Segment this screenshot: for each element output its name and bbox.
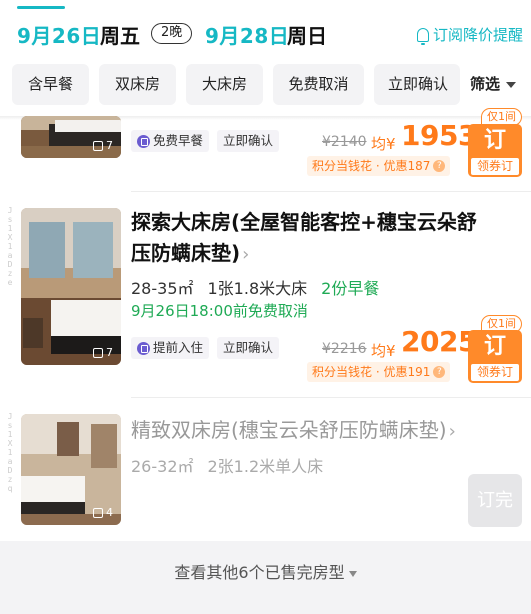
room-price: 2025 — [401, 325, 477, 358]
points-discount[interactable]: 积分当钱花 · 优惠187 ? — [307, 156, 451, 176]
chevron-down-icon — [506, 81, 517, 88]
price-alert-label: 订阅降价提醒 — [432, 26, 523, 44]
help-icon: ? — [433, 160, 446, 172]
original-price: ¥2140 — [322, 134, 367, 150]
divider — [131, 397, 531, 398]
points-discount-label: 积分当钱花 · 优惠191 — [312, 365, 431, 379]
filter-chip-king[interactable]: 大床房 — [186, 64, 263, 105]
room-specs: 26-32㎡ 2张1.2米单人床 — [131, 453, 323, 477]
sold-out-button: 订完 — [468, 474, 522, 527]
room-photo-image — [21, 208, 121, 365]
filter-chip-breakfast[interactable]: 含早餐 — [12, 64, 89, 105]
checkin-icon — [137, 341, 150, 355]
photo-count-label: 7 — [106, 346, 113, 359]
chevron-down-icon — [348, 570, 357, 577]
tag-label: 立即确认 — [223, 340, 274, 355]
more-sold-out-label: 查看其他6个已售完房型 — [174, 563, 345, 582]
date-underline — [17, 6, 65, 9]
photo-count-label: 7 — [106, 139, 113, 152]
room-photo[interactable]: 7 — [21, 116, 121, 158]
filter-label: 筛选 — [470, 75, 501, 93]
room-tag: 提前入住 — [131, 337, 210, 359]
divider — [131, 191, 531, 192]
checkin-date[interactable]: 9月26日 — [17, 20, 101, 49]
filter-chip-instant-confirm[interactable]: 立即确认 — [374, 64, 460, 105]
nights-badge: 2晚 — [151, 23, 193, 44]
bed-type: 1张1.8米大床 — [207, 279, 308, 298]
chevron-right-icon: › — [448, 421, 456, 442]
points-discount[interactable]: 积分当钱花 · 优惠191 ? — [307, 362, 451, 382]
price-prefix: 均¥ — [371, 342, 396, 360]
checkin-weekday: 周五 — [100, 24, 140, 48]
chevron-right-icon: › — [242, 244, 250, 265]
tag-label: 免费早餐 — [153, 133, 204, 148]
book-button[interactable]: 订 领券订 — [468, 124, 522, 177]
room-area: 28-35㎡ — [131, 279, 194, 298]
filter-button[interactable]: 筛选 — [470, 64, 517, 105]
photo-count: 7 — [93, 139, 113, 152]
room-area: 26-32㎡ — [131, 457, 194, 476]
filter-chip-free-cancel[interactable]: 免费取消 — [273, 64, 364, 105]
room-name[interactable]: 探索大床房(全屋智能客控+穗宝云朵舒压防螨床垫) › — [131, 207, 496, 270]
coupon-book-label: 领券订 — [471, 158, 519, 175]
filter-bar: 含早餐 双床房 大床房 免费取消 立即确认 筛选 — [0, 58, 531, 116]
room-name-text: 探索大床房(全屋智能客控+穗宝云朵舒压防螨床垫) — [131, 210, 477, 265]
room-tag: 立即确认 — [217, 337, 280, 359]
more-sold-out-link[interactable]: 查看其他6个已售完房型 — [0, 559, 531, 583]
photo-icon — [93, 347, 103, 358]
points-discount-label: 积分当钱花 · 优惠187 — [312, 159, 431, 173]
room-price: 1953 — [401, 119, 477, 152]
watermark-text: Js1X1aDzq — [7, 412, 13, 493]
room-specs: 28-35㎡ 1张1.8米大床 2份早餐 — [131, 275, 379, 299]
bed-type: 2张1.2米单人床 — [207, 457, 324, 476]
filter-chip-twin[interactable]: 双床房 — [99, 64, 176, 105]
room-name[interactable]: 精致双床房(穗宝云朵舒压防螨床垫) › — [131, 415, 496, 447]
book-label: 订 — [483, 334, 506, 359]
price-alert-button[interactable]: 订阅降价提醒 — [416, 24, 523, 45]
date-header[interactable]: 9月26日 周五 2晚 9月28日 周日 订阅降价提醒 — [0, 0, 531, 58]
bell-icon — [416, 27, 429, 45]
more-sold-out-bar[interactable]: 查看其他6个已售完房型 — [0, 541, 531, 614]
photo-icon — [93, 140, 103, 151]
photo-count-label: 4 — [106, 506, 113, 519]
book-button[interactable]: 订 领券订 — [468, 330, 522, 383]
room-name-text: 精致双床房(穗宝云朵舒压防螨床垫) — [131, 418, 447, 442]
room-photo[interactable]: 7 — [21, 208, 121, 365]
gift-icon — [137, 134, 150, 148]
original-price: ¥2216 — [322, 341, 367, 357]
checkout-date[interactable]: 9月28日 — [205, 20, 289, 49]
checkout-weekday: 周日 — [287, 24, 327, 48]
book-label: 订 — [483, 128, 506, 153]
room-card[interactable]: 7 免费早餐 立即确认 ¥2140 均¥ 1953 积分当钱花 · 优惠187 … — [0, 108, 531, 194]
cancel-policy: 9月26日18:00前免费取消 — [131, 302, 308, 320]
room-card[interactable]: Js1X1aDzq 4 精致双床房(穗宝云朵舒压防螨床垫) › 26-32㎡ 2张… — [0, 400, 531, 538]
room-card[interactable]: Js1X1aDze 7 探索大床房(全屋智能客控+穗宝云朵舒压防螨床垫) › 28… — [0, 194, 531, 394]
tag-label: 立即确认 — [223, 133, 274, 148]
coupon-book-label: 领券订 — [471, 364, 519, 381]
room-tag: 免费早餐 — [131, 130, 210, 152]
tag-label: 提前入住 — [153, 340, 204, 355]
watermark-text: Js1X1aDze — [7, 206, 13, 287]
breakfast-info: 2份早餐 — [321, 279, 380, 298]
room-photo[interactable]: 4 — [21, 414, 121, 525]
photo-count: 7 — [93, 346, 113, 359]
help-icon: ? — [433, 366, 446, 378]
room-tag: 立即确认 — [217, 130, 280, 152]
photo-count: 4 — [93, 506, 113, 519]
photo-icon — [93, 507, 103, 518]
price-prefix: 均¥ — [371, 135, 396, 153]
